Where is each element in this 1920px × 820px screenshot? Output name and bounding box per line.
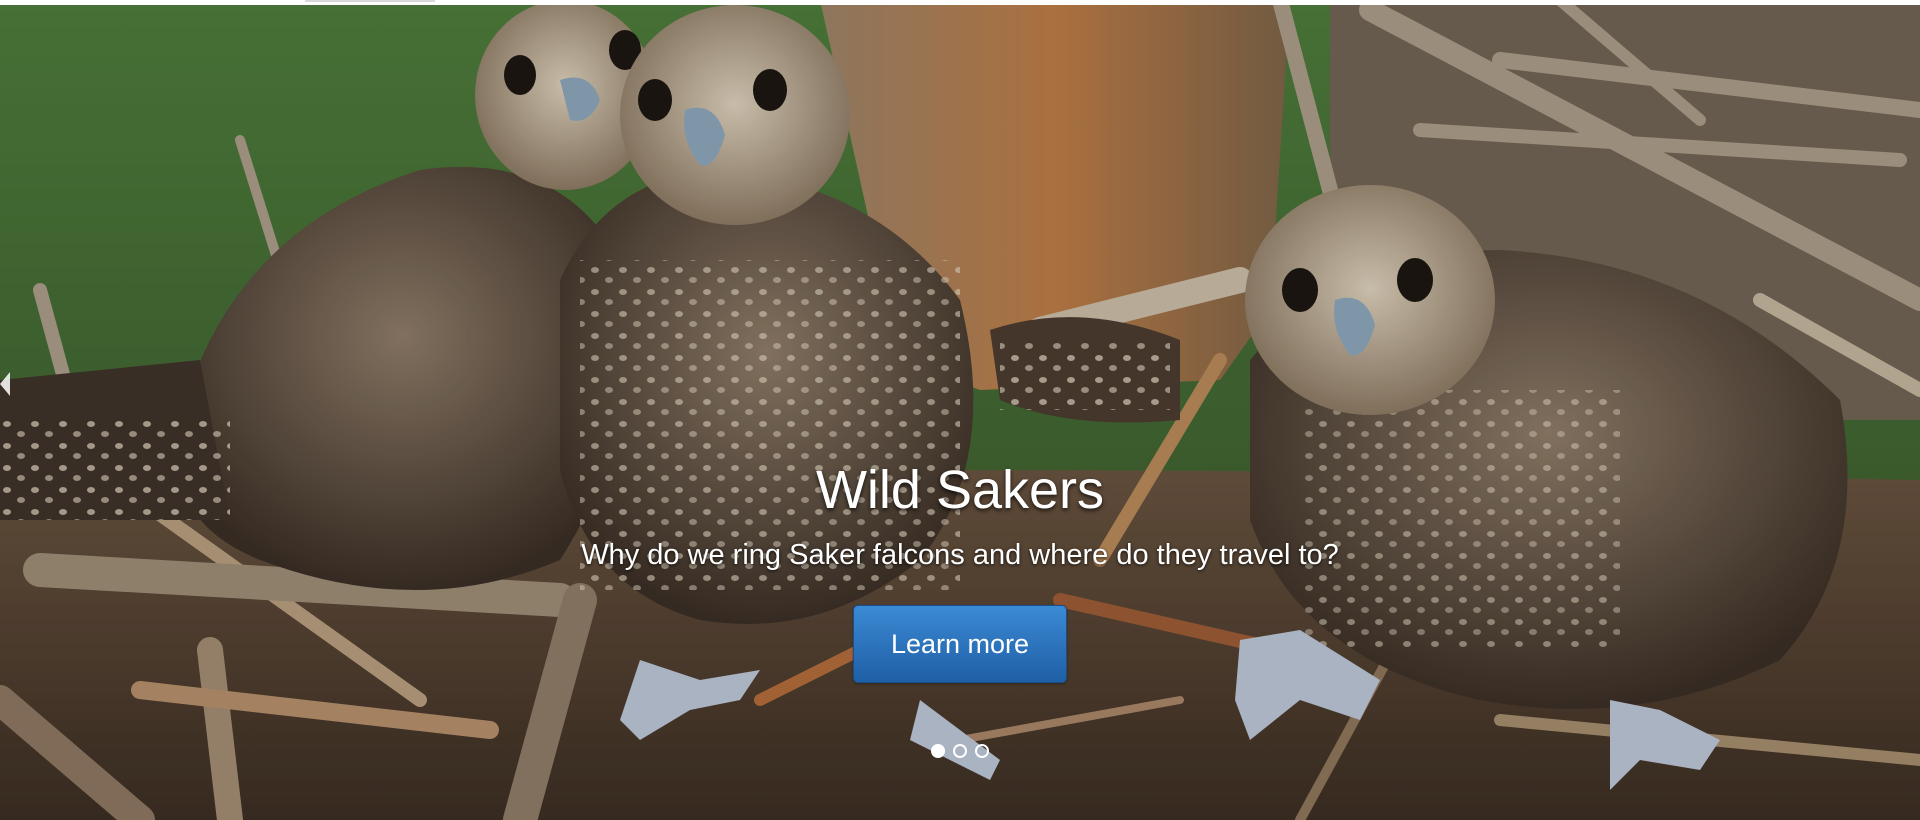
carousel-dot-3[interactable] [975, 743, 989, 758]
carousel-dot-2[interactable] [953, 743, 967, 758]
learn-more-button[interactable]: Learn more [853, 605, 1067, 683]
saker-falcon-chicks-photo [0, 0, 1920, 820]
hero-carousel: Wild Sakers Why do we ring Saker falcons… [0, 0, 1920, 820]
top-strip [0, 0, 1920, 5]
slide-caption: Wild Sakers Why do we ring Saker falcons… [0, 455, 1920, 683]
tab-indicator [305, 0, 435, 2]
slide-title: Wild Sakers [815, 460, 1105, 520]
carousel-indicators [0, 742, 1920, 760]
carousel-dot-1[interactable] [931, 743, 945, 758]
slide-subtitle: Why do we ring Saker falcons and where d… [581, 539, 1339, 571]
previous-slide-arrow-icon[interactable] [0, 372, 10, 396]
